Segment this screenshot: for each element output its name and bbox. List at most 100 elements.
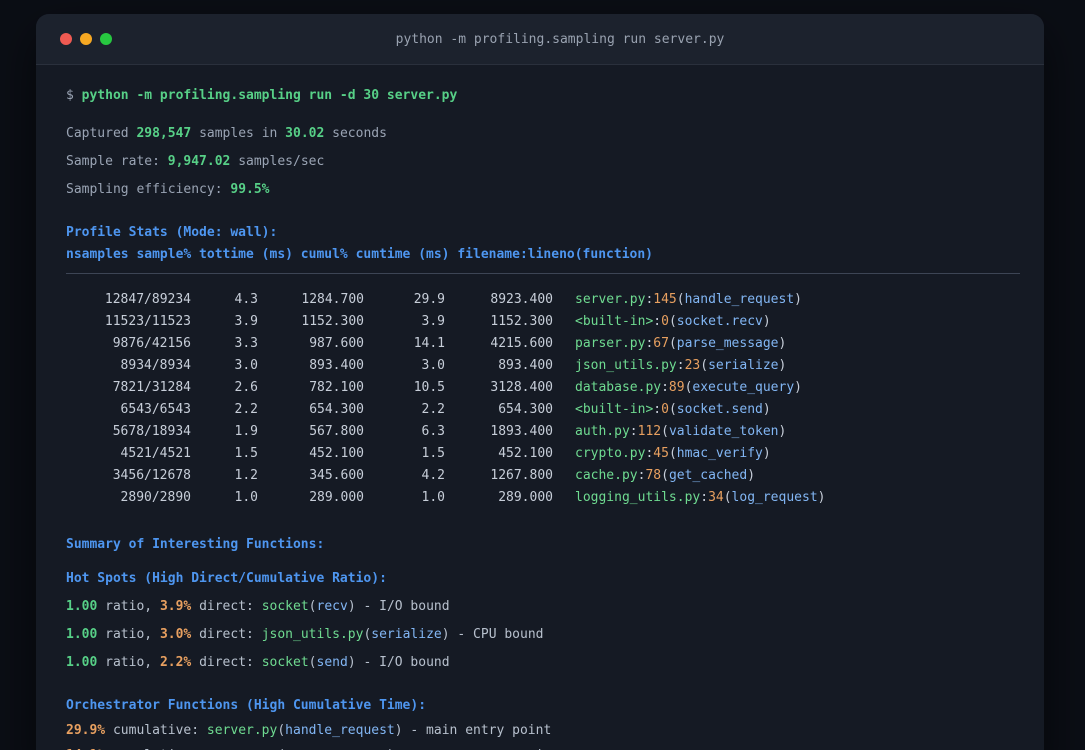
orchestrators-title: Orchestrator Functions (High Cumulative … — [66, 698, 427, 713]
ratio-value: 1.00 — [66, 655, 98, 670]
bound-note: - I/O bound — [355, 655, 450, 670]
summary-title: Summary of Interesting Functions: — [66, 537, 325, 552]
titlebar[interactable]: python -m profiling.sampling run server.… — [36, 14, 1044, 65]
profile-stats-title: Profile Stats (Mode: wall): — [66, 225, 278, 240]
line-number: 23 — [684, 358, 701, 373]
bound-note: - CPU bound — [449, 627, 544, 642]
colon: : — [676, 358, 685, 373]
cell-location: <built-in>:0(socket.recv) — [575, 311, 771, 333]
cell-sample-pct: 3.3 — [234, 336, 258, 351]
close-paren: ) — [778, 336, 787, 351]
cell-cumul-pct: 10.5 — [413, 380, 445, 395]
function-name: serialize — [708, 358, 779, 373]
captured-line: Captured 298,547 samples in 30.02 second… — [66, 124, 1014, 144]
cell-sample-pct: 1.9 — [234, 424, 258, 439]
direct-pct: 2.2% — [159, 655, 192, 670]
cell-tottime: 987.600 — [309, 336, 364, 351]
function-name: hmac_verify — [676, 446, 763, 461]
function-name: socket.send — [676, 402, 763, 417]
orchestrator-row: 29.9% cumulative: server.py(handle_reque… — [66, 721, 1014, 741]
bound-note: - I/O bound — [355, 599, 450, 614]
line-number: 67 — [653, 336, 669, 351]
efficiency-value: 99.5% — [230, 182, 270, 197]
cell-cumul-pct: 2.2 — [421, 402, 445, 417]
window-title: python -m profiling.sampling run server.… — [395, 31, 725, 47]
sample-rate-label: Sample rate: — [66, 154, 168, 169]
function-name: parse_message — [676, 336, 779, 351]
open-paren: ( — [723, 490, 732, 505]
cell-nsamples: 7821/31284 — [112, 380, 191, 395]
cell-nsamples: 4521/4521 — [120, 446, 191, 461]
cell-cumtime: 1893.400 — [490, 424, 553, 439]
colon: : — [661, 380, 669, 395]
direct-pct: 3.0% — [159, 627, 192, 642]
terminal-output: $ python -m profiling.sampling run -d 30… — [36, 65, 1044, 750]
cell-cumtime: 452.100 — [498, 446, 553, 461]
table-row: 2890/2890 1.0 289.000 1.0 289.000 logging_uti… — [66, 487, 1014, 509]
cell-nsamples: 12847/89234 — [104, 292, 191, 307]
cell-location: cache.py:78(get_cached) — [575, 465, 755, 487]
close-paren: ) — [762, 446, 771, 461]
cell-tottime: 1152.300 — [301, 314, 364, 329]
close-paren: ) — [762, 314, 771, 329]
cell-cumul-pct: 6.3 — [421, 424, 445, 439]
table-row: 5678/18934 1.9 567.800 6.3 1893.400 auth.py:1… — [66, 421, 1014, 443]
cell-cumtime: 8923.400 — [490, 292, 553, 307]
table-row: 4521/4521 1.5 452.100 1.5 452.100 crypto.py:4… — [66, 443, 1014, 465]
cell-cumul-pct: 3.0 — [421, 358, 445, 373]
open-paren: ( — [661, 424, 669, 439]
efficiency-label: Sampling efficiency: — [66, 182, 231, 197]
function-name: handle_request — [285, 723, 395, 738]
table-row: 3456/12678 1.2 345.600 4.2 1267.800 cache.py:… — [66, 465, 1014, 487]
colon: : — [653, 314, 662, 329]
cell-sample-pct: 2.6 — [234, 380, 258, 395]
cell-sample-pct: 2.2 — [234, 402, 258, 417]
open-paren: ( — [308, 599, 317, 614]
line-number: 78 — [645, 468, 662, 483]
close-paren: ) — [794, 380, 802, 395]
table-row: 12847/89234 4.3 1284.700 29.9 8923.400 server… — [66, 289, 1014, 311]
cell-cumtime: 4215.600 — [490, 336, 553, 351]
cell-nsamples: 5678/18934 — [112, 424, 191, 439]
open-paren: ( — [308, 655, 317, 670]
captured-samples: 298,547 — [136, 126, 192, 141]
open-paren: ( — [277, 723, 286, 738]
profile-table-header: nsamples sample% tottime (ms) cumul% cum… — [66, 247, 653, 262]
cell-location: logging_utils.py:34(log_request) — [575, 487, 825, 509]
file-name: json_utils.py — [575, 358, 677, 373]
close-paren: ) — [347, 655, 356, 670]
close-paren: ) — [762, 402, 771, 417]
minimize-button[interactable] — [80, 33, 92, 45]
shell-prompt: $ — [66, 88, 82, 103]
file-name: parser.py — [575, 336, 646, 351]
close-button[interactable] — [60, 33, 72, 45]
ratio-label: ratio, — [97, 655, 160, 670]
cell-location: auth.py:112(validate_token) — [575, 421, 786, 443]
table-row: 7821/31284 2.6 782.100 10.5 3128.400 database… — [66, 377, 1014, 399]
ratio-label: ratio, — [97, 599, 160, 614]
function-name: socket.recv — [676, 314, 763, 329]
shell-command: python -m profiling.sampling run -d 30 s… — [81, 88, 458, 103]
file-name: <built-in> — [575, 314, 654, 329]
traffic-lights — [60, 33, 124, 45]
cell-nsamples: 11523/11523 — [104, 314, 191, 329]
ratio-label: ratio, — [97, 627, 160, 642]
table-row: 11523/11523 3.9 1152.300 3.9 1152.300 <built-… — [66, 311, 1014, 333]
cell-location: json_utils.py:23(serialize) — [575, 355, 786, 377]
cell-cumul-pct: 4.2 — [421, 468, 445, 483]
cell-nsamples: 3456/12678 — [112, 468, 191, 483]
cell-location: <built-in>:0(socket.send) — [575, 399, 771, 421]
captured-infix: samples in — [191, 126, 286, 141]
table-row: 8934/8934 3.0 893.400 3.0 893.400 json_utils.… — [66, 355, 1014, 377]
cell-tottime: 289.000 — [309, 490, 364, 505]
function-name: execute_query — [692, 380, 795, 395]
sample-rate-line: Sample rate: 9,947.02 samples/sec — [66, 152, 1014, 172]
open-paren: ( — [661, 468, 669, 483]
cell-tottime: 567.800 — [309, 424, 364, 439]
cell-cumtime: 654.300 — [498, 402, 553, 417]
cell-nsamples: 6543/6543 — [120, 402, 191, 417]
close-paren: ) — [794, 292, 802, 307]
maximize-button[interactable] — [100, 33, 112, 45]
file-name: logging_utils.py — [575, 490, 701, 505]
cell-cumul-pct: 29.9 — [413, 292, 445, 307]
